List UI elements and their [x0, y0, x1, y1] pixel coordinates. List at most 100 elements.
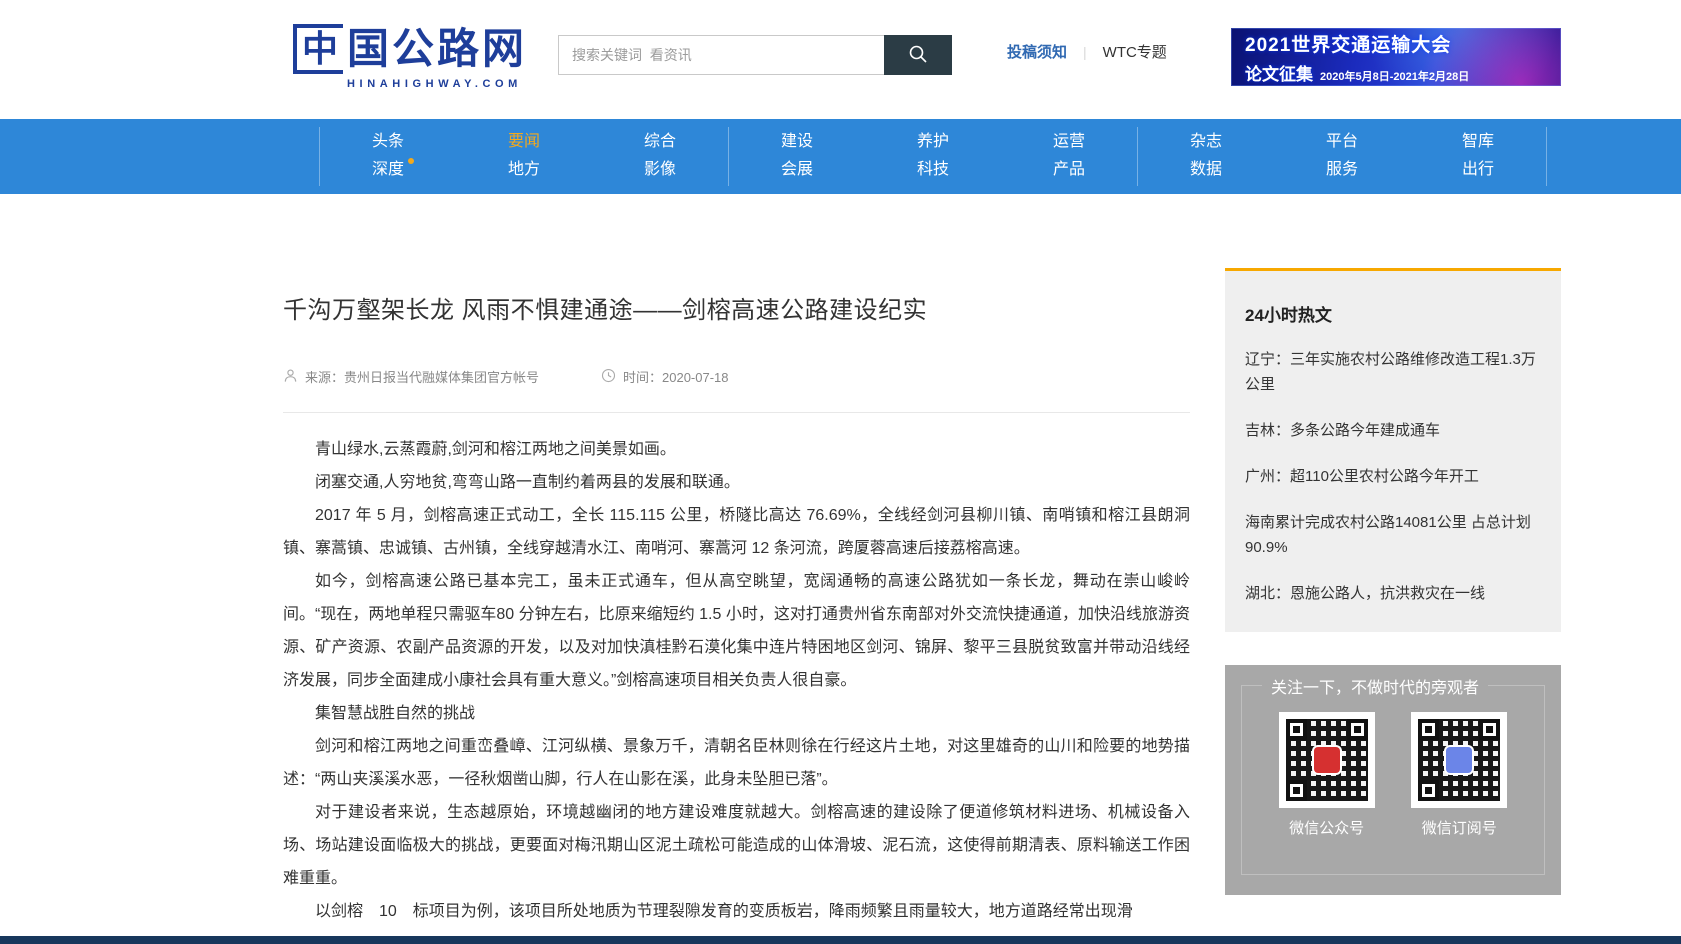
nav-divider — [1546, 127, 1547, 186]
qr-code-icon — [1279, 712, 1375, 808]
footer-top-strip — [0, 936, 1681, 944]
logo-bracket-box: 中 — [293, 24, 343, 74]
search-button[interactable] — [884, 35, 952, 75]
qr-eye-icon — [1418, 719, 1439, 740]
article-paragraph: 2017 年 5 月，剑榕高速正式动工，全长 115.115 公里，桥隧比高达 … — [283, 499, 1190, 565]
search-bar — [558, 35, 952, 75]
article-body: 青山绿水,云蒸霞蔚,剑河和榕江两地之间美景如画。 闭塞交通,人穷地贫,弯弯山路一… — [283, 433, 1190, 928]
search-icon — [906, 42, 930, 69]
nav-item-headlines[interactable]: 头条 — [372, 129, 404, 155]
nav-col-1: 头条 深度 — [320, 127, 456, 186]
qr-center-logo-blue — [1446, 747, 1472, 773]
submission-notice-link[interactable]: 投稿须知 — [1007, 41, 1067, 62]
article-paragraph: 如今，剑榕高速公路已基本完工，虽未正式通车，但从高空眺望，宽阔通畅的高速公路犹如… — [283, 565, 1190, 697]
hot-article-link[interactable]: 辽宁：三年实施农村公路维修改造工程1.3万公里 — [1245, 347, 1541, 397]
article-paragraph: 闭塞交通,人穷地贫,弯弯山路一直制约着两县的发展和联通。 — [283, 466, 1190, 499]
banner-call-for-papers: 论文征集 — [1245, 60, 1313, 85]
nav-item-magazine[interactable]: 杂志 — [1190, 129, 1222, 155]
nav-col-7: 杂志 数据 — [1138, 127, 1274, 186]
nav-item-platform[interactable]: 平台 — [1326, 129, 1358, 155]
qr-official-account-label: 微信公众号 — [1279, 817, 1375, 838]
search-input[interactable] — [558, 35, 884, 75]
qr-eye-icon — [1286, 719, 1307, 740]
logo-text: 国公路网 — [347, 28, 527, 70]
nav-item-local[interactable]: 地方 — [508, 157, 540, 183]
person-icon — [283, 368, 298, 386]
article-paragraph: 集智慧战胜自然的挑战 — [283, 697, 1190, 730]
banner-title: 2021世界交通运输大会 — [1245, 30, 1561, 57]
article-divider — [283, 412, 1190, 413]
nav-col-9: 智库 出行 — [1410, 127, 1546, 186]
clock-icon — [601, 368, 616, 386]
hot-articles-title: 24小时热文 — [1245, 301, 1541, 326]
nav-col-6: 运营 产品 — [1001, 127, 1137, 186]
nav-item-travel[interactable]: 出行 — [1462, 157, 1494, 183]
nav-item-thinktank[interactable]: 智库 — [1462, 129, 1494, 155]
sidebar: 24小时热文 辽宁：三年实施农村公路维修改造工程1.3万公里 吉林：多条公路今年… — [1225, 268, 1561, 895]
new-dot-icon — [408, 158, 414, 164]
article-title: 千沟万壑架长龙 风雨不惧建通途——剑榕高速公路建设纪实 — [283, 290, 1190, 325]
qr-official-account: 微信公众号 — [1279, 712, 1375, 838]
nav-col-8: 平台 服务 — [1274, 127, 1410, 186]
qr-subscription-account-label: 微信订阅号 — [1411, 817, 1507, 838]
article-source-text: 来源：贵州日报当代融媒体集团官方帐号 — [305, 367, 539, 386]
article-paragraph: 以剑榕 10 标项目为例，该项目所处地质为节理裂隙发育的变质板岩，降雨频繁且雨量… — [283, 895, 1190, 928]
header-links: 投稿须知 | WTC专题 — [1007, 41, 1167, 62]
hot-article-link[interactable]: 广州：超110公里农村公路今年开工 — [1245, 464, 1541, 489]
qr-eye-icon — [1347, 719, 1368, 740]
links-divider: | — [1083, 44, 1087, 60]
site-logo[interactable]: 中 国公路网 HINAHIGHWAY.COM — [293, 24, 527, 90]
hot-article-link[interactable]: 湖北：恩施公路人，抗洪救灾在一线 — [1245, 581, 1541, 606]
article-time-text: 时间：2020-07-18 — [623, 367, 729, 386]
hot-articles-list: 辽宁：三年实施农村公路维修改造工程1.3万公里 吉林：多条公路今年建成通车 广州… — [1245, 347, 1541, 606]
nav-item-operation[interactable]: 运营 — [1053, 129, 1085, 155]
qr-eye-icon — [1286, 780, 1307, 801]
logo-wordmark: 中 国公路网 — [293, 24, 527, 74]
qr-code-icon — [1411, 712, 1507, 808]
nav-item-news-active[interactable]: 要闻 — [508, 129, 540, 155]
article-source: 来源：贵州日报当代融媒体集团官方帐号 — [283, 367, 539, 386]
hot-article-link[interactable]: 吉林：多条公路今年建成通车 — [1245, 418, 1541, 443]
nav-item-data[interactable]: 数据 — [1190, 157, 1222, 183]
qr-center-logo-red — [1314, 747, 1340, 773]
site-header: 中 国公路网 HINAHIGHWAY.COM 投稿须知 | WTC专题 2021… — [0, 0, 1681, 119]
nav-item-expo[interactable]: 会展 — [781, 157, 813, 183]
article-paragraph: 对于建设者来说，生态越原始，环境越幽闭的地方建设难度就越大。剑榕高速的建设除了便… — [283, 796, 1190, 895]
banner-dates: 2020年5月8日-2021年2月28日 — [1320, 68, 1469, 84]
nav-col-2: 要闻 地方 — [456, 127, 592, 186]
nav-item-images[interactable]: 影像 — [644, 157, 676, 183]
nav-item-general[interactable]: 综合 — [644, 129, 676, 155]
nav-item-products[interactable]: 产品 — [1053, 157, 1085, 183]
wechat-follow-box: 关注一下，不做时代的旁观者 微信公众号 — [1225, 665, 1561, 895]
wechat-follow-frame: 关注一下，不做时代的旁观者 微信公众号 — [1241, 685, 1545, 875]
wtc-topic-link[interactable]: WTC专题 — [1103, 41, 1167, 62]
nav-item-service[interactable]: 服务 — [1326, 157, 1358, 183]
hot-articles-box: 24小时热文 辽宁：三年实施农村公路维修改造工程1.3万公里 吉林：多条公路今年… — [1225, 268, 1561, 632]
article: 千沟万壑架长龙 风雨不惧建通途——剑榕高速公路建设纪实 来源：贵州日报当代融媒体… — [283, 270, 1190, 928]
nav-group-2: 建设 会展 养护 科技 运营 产品 — [729, 127, 1137, 186]
qr-eye-icon — [1418, 780, 1439, 801]
main-nav-inner: 头条 深度 要闻 地方 综合 影像 建设 会展 养护 科技 运营 — [319, 127, 1547, 186]
nav-col-3: 综合 影像 — [592, 127, 728, 186]
hot-article-link[interactable]: 海南累计完成农村公路14081公里 占总计划90.9% — [1245, 510, 1541, 560]
nav-item-construction[interactable]: 建设 — [781, 129, 813, 155]
banner-subtitle-row: 论文征集 2020年5月8日-2021年2月28日 — [1245, 60, 1561, 85]
wtc-congress-banner[interactable]: 2021世界交通运输大会 论文征集 2020年5月8日-2021年2月28日 — [1231, 28, 1561, 86]
nav-col-5: 养护 科技 — [865, 127, 1001, 186]
nav-col-4: 建设 会展 — [729, 127, 865, 186]
nav-item-technology[interactable]: 科技 — [917, 157, 949, 183]
wechat-follow-title: 关注一下，不做时代的旁观者 — [1262, 674, 1488, 698]
logo-domain-text: HINAHIGHWAY.COM — [347, 78, 527, 90]
nav-item-depth[interactable]: 深度 — [372, 157, 404, 183]
qr-code-row: 微信公众号 微信订阅号 — [1242, 712, 1544, 838]
nav-group-3: 杂志 数据 平台 服务 智库 出行 — [1138, 127, 1546, 186]
nav-item-maintenance[interactable]: 养护 — [917, 129, 949, 155]
main-nav: 头条 深度 要闻 地方 综合 影像 建设 会展 养护 科技 运营 — [0, 119, 1681, 194]
qr-eye-icon — [1479, 719, 1500, 740]
qr-subscription-account: 微信订阅号 — [1411, 712, 1507, 838]
nav-group-1: 头条 深度 要闻 地方 综合 影像 — [320, 127, 728, 186]
article-paragraph: 青山绿水,云蒸霞蔚,剑河和榕江两地之间美景如画。 — [283, 433, 1190, 466]
article-meta: 来源：贵州日报当代融媒体集团官方帐号 时间：2020-07-18 — [283, 367, 1190, 386]
article-paragraph: 剑河和榕江两地之间重峦叠嶂、江河纵横、景象万千，清朝名臣林则徐在行经这片土地，对… — [283, 730, 1190, 796]
article-time: 时间：2020-07-18 — [601, 367, 729, 386]
